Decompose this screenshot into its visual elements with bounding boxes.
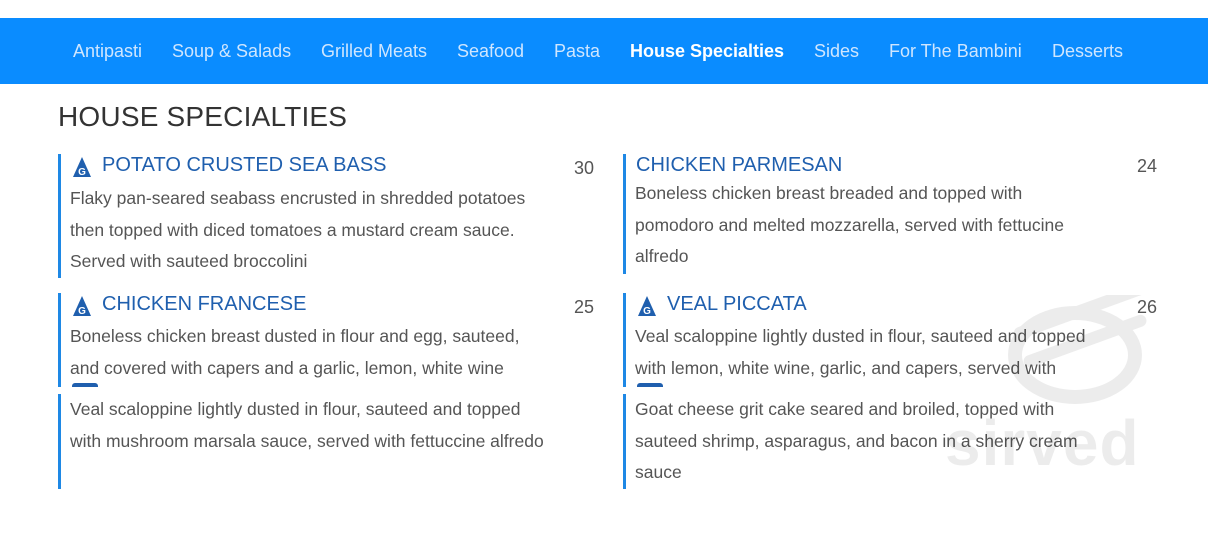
menu-item-card[interactable]: Veal scaloppine lightly dusted in flour,… xyxy=(58,394,601,489)
menu-item-title[interactable]: VEAL PICCATA xyxy=(667,293,807,315)
menu-item-description: Boneless chicken breast breaded and topp… xyxy=(635,183,1064,266)
gluten-free-icon xyxy=(637,383,663,387)
gluten-free-icon xyxy=(72,383,98,387)
menu-item-price: 24 xyxy=(1137,156,1158,176)
menu-item-card[interactable]: CHICKEN PARMESAN 24 Boneless chicken bre… xyxy=(623,154,1171,274)
menu-item-title[interactable]: CHICKEN PARMESAN xyxy=(636,154,842,176)
menu-item-description: Flaky pan-seared seabass encrusted in sh… xyxy=(70,188,526,271)
nav-item-grilled-meats[interactable]: Grilled Meats xyxy=(321,18,427,84)
nav-item-desserts[interactable]: Desserts xyxy=(1052,18,1123,84)
section-title: HOUSE SPECIALTIES xyxy=(58,101,348,132)
nav-item-sides[interactable]: Sides xyxy=(814,18,859,84)
nav-item-antipasti[interactable]: Antipasti xyxy=(73,18,142,84)
category-nav: Antipasti Soup & Salads Grilled Meats Se… xyxy=(0,18,1208,84)
gluten-badge-letter: G xyxy=(643,306,651,317)
nav-item-soup-salads[interactable]: Soup & Salads xyxy=(172,18,291,84)
nav-item-seafood[interactable]: Seafood xyxy=(457,18,524,84)
menu-item-price: 26 xyxy=(1137,297,1158,317)
menu-item-price: 30 xyxy=(574,158,595,178)
gluten-badge-letter: G xyxy=(78,167,86,178)
menu-item-card[interactable]: G POTATO CRUSTED SEA BASS 30 Flaky pan-s… xyxy=(58,154,601,278)
menu-item-card[interactable]: Goat cheese grit cake seared and broiled… xyxy=(623,394,1171,489)
menu-item-description: Veal scaloppine lightly dusted in flour,… xyxy=(70,399,544,451)
menu-item-description: Goat cheese grit cake seared and broiled… xyxy=(635,399,1078,482)
menu-item-title[interactable]: CHICKEN FRANCESE xyxy=(102,293,306,315)
gluten-free-icon: G xyxy=(638,296,656,317)
nav-item-for-the-bambini[interactable]: For The Bambini xyxy=(889,18,1022,84)
menu-item-title[interactable]: POTATO CRUSTED SEA BASS xyxy=(102,154,387,176)
menu-item-description: Veal scaloppine lightly dusted in flour,… xyxy=(635,326,1086,378)
menu-item-price: 25 xyxy=(574,297,595,317)
nav-item-house-specialties[interactable]: House Specialties xyxy=(630,18,784,84)
menu-item-card[interactable]: G CHICKEN FRANCESE 25 Boneless chicken b… xyxy=(58,293,601,387)
gluten-badge-letter: G xyxy=(78,306,86,317)
menu-item-description: Boneless chicken breast dusted in flour … xyxy=(70,326,520,378)
menu-item-card[interactable]: G VEAL PICCATA 26 Veal scaloppine lightl… xyxy=(623,293,1171,387)
nav-item-pasta[interactable]: Pasta xyxy=(554,18,600,84)
gluten-free-icon: G xyxy=(73,296,91,317)
gluten-free-icon: G xyxy=(73,157,91,178)
